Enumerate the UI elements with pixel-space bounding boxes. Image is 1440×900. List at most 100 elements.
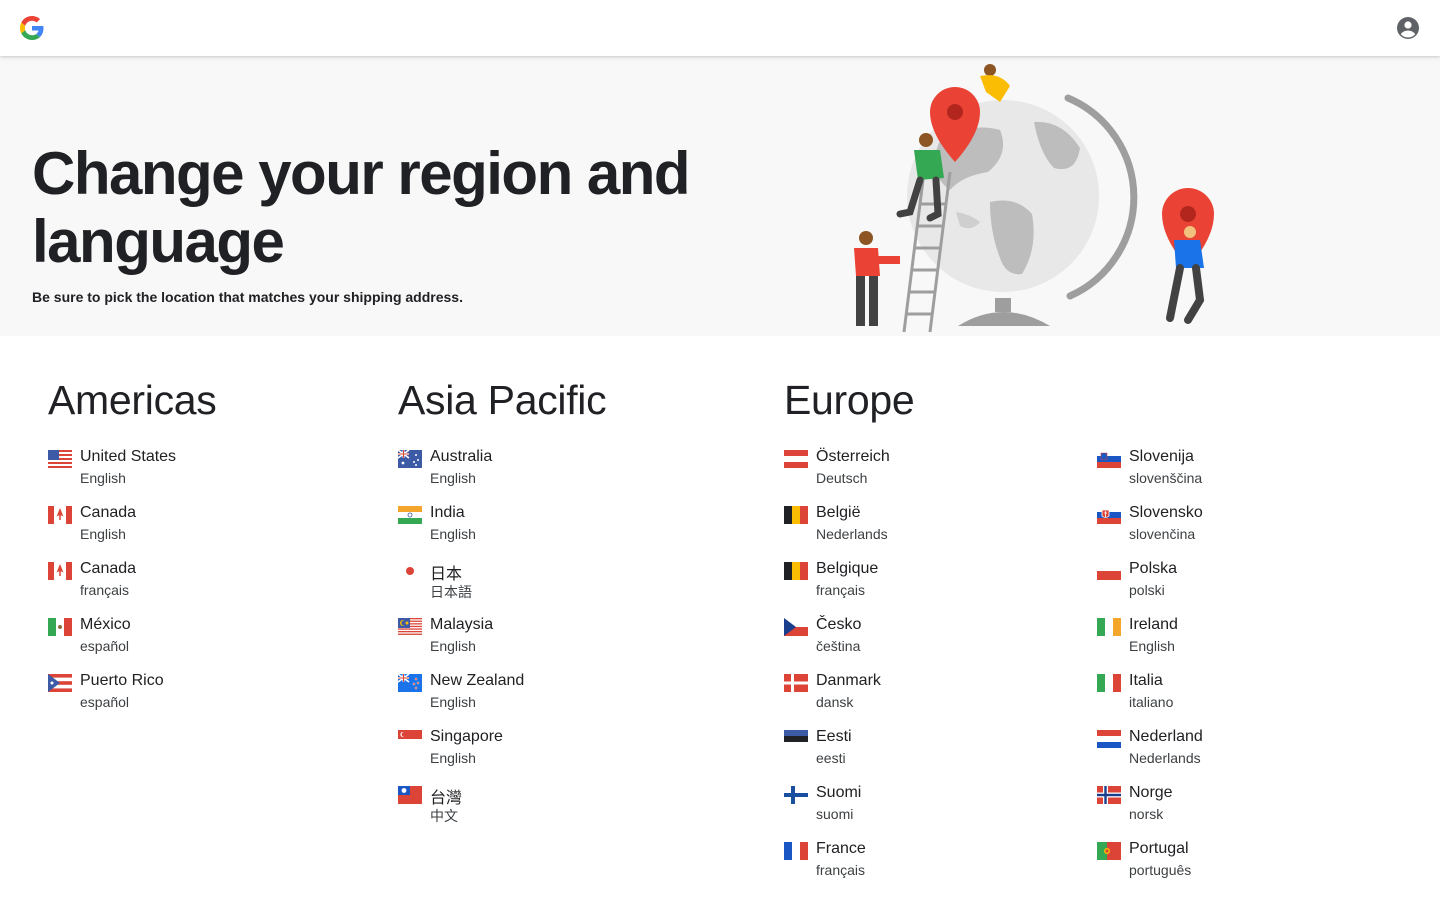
netherlands-flag-icon: [1097, 730, 1121, 748]
norway-flag-icon: [1097, 786, 1121, 804]
australia-flag-icon: [398, 450, 422, 468]
country-language: 中文: [430, 808, 458, 824]
country-link-belgium-nl[interactable]: België Nederlands: [784, 502, 1084, 558]
hero-banner: Change your region and language Be sure …: [0, 56, 1440, 336]
country-link-india[interactable]: India English: [398, 502, 738, 558]
page-title: Change your region and language: [32, 140, 691, 275]
country-link-italy[interactable]: Italia italiano: [1097, 670, 1397, 726]
country-language: español: [80, 694, 130, 710]
country-link-canada-en[interactable]: Canada English: [48, 502, 348, 558]
finland-flag-icon: [784, 786, 808, 804]
country-link-finland[interactable]: Suomi suomi: [784, 782, 1084, 838]
country-link-mexico[interactable]: México español: [48, 614, 348, 670]
country-name: Danmark: [816, 672, 881, 689]
country-name: Belgique: [816, 560, 879, 577]
poland-flag-icon: [1097, 562, 1121, 580]
country-name: India: [430, 504, 465, 521]
country-language: slovenščina: [1129, 470, 1203, 486]
country-link-ireland[interactable]: Ireland English: [1097, 614, 1397, 670]
belgium-flag-icon: [784, 562, 808, 580]
country-language: English: [430, 750, 476, 766]
country-list-americas: United States English Canada English Can…: [48, 446, 348, 726]
country-language: slovenčina: [1129, 526, 1196, 542]
ireland-flag-icon: [1097, 618, 1121, 636]
country-name: Nederland: [1129, 728, 1203, 745]
region-title-americas: Americas: [48, 377, 217, 423]
country-name: Singapore: [430, 728, 503, 745]
india-flag-icon: [398, 506, 422, 524]
country-link-estonia[interactable]: Eesti eesti: [784, 726, 1084, 782]
country-language: polski: [1129, 582, 1165, 598]
country-name: Slovenija: [1129, 448, 1194, 465]
czech-flag-icon: [784, 618, 808, 636]
taiwan-flag-icon: [398, 786, 422, 804]
country-link-norway[interactable]: Norge norsk: [1097, 782, 1397, 838]
country-link-us[interactable]: United States English: [48, 446, 348, 502]
country-name: United States: [80, 448, 177, 465]
country-link-australia[interactable]: Australia English: [398, 446, 738, 502]
country-language: italiano: [1129, 694, 1174, 710]
country-name: 台灣: [430, 790, 463, 807]
country-name: Italia: [1129, 672, 1163, 689]
country-name: Norge: [1129, 784, 1173, 801]
country-name: New Zealand: [430, 672, 525, 689]
malaysia-flag-icon: [398, 618, 422, 636]
country-link-japan[interactable]: 日本 日本語: [398, 558, 738, 614]
canada-flag-icon: [48, 506, 72, 524]
country-language: 日本語: [430, 584, 472, 600]
japan-flag-icon: [398, 562, 422, 580]
austria-flag-icon: [784, 450, 808, 468]
country-link-singapore[interactable]: Singapore English: [398, 726, 738, 782]
region-title-asia-pacific: Asia Pacific: [398, 377, 607, 423]
country-language: suomi: [816, 806, 854, 822]
country-name: France: [816, 840, 866, 857]
country-language: Nederlands: [816, 526, 888, 542]
italy-flag-icon: [1097, 674, 1121, 692]
country-name: Puerto Rico: [80, 672, 164, 689]
country-name: Australia: [430, 448, 493, 465]
country-link-new-zealand[interactable]: New Zealand English: [398, 670, 738, 726]
portugal-flag-icon: [1097, 842, 1121, 860]
country-name: Česko: [816, 616, 862, 633]
country-language: English: [1129, 638, 1175, 654]
new-zealand-flag-icon: [398, 674, 422, 692]
country-name: België: [816, 504, 861, 521]
country-list-europe-col1: Österreich Deutsch België Nederlands Bel…: [784, 446, 1084, 894]
country-name: Slovensko: [1129, 504, 1203, 521]
account-circle-icon[interactable]: [1396, 16, 1420, 40]
country-language: čeština: [816, 638, 861, 654]
estonia-flag-icon: [784, 730, 808, 748]
country-language: norsk: [1129, 806, 1164, 822]
country-name: México: [80, 616, 131, 633]
slovakia-flag-icon: [1097, 506, 1121, 524]
mexico-flag-icon: [48, 618, 72, 636]
country-link-canada-fr[interactable]: Canada français: [48, 558, 348, 614]
country-link-puerto-rico[interactable]: Puerto Rico español: [48, 670, 348, 726]
country-link-portugal[interactable]: Portugal português: [1097, 838, 1397, 894]
denmark-flag-icon: [784, 674, 808, 692]
country-language: dansk: [816, 694, 854, 710]
google-g-logo-icon[interactable]: [20, 16, 44, 40]
country-name: Eesti: [816, 728, 852, 745]
country-name: Portugal: [1129, 840, 1189, 857]
country-link-poland[interactable]: Polska polski: [1097, 558, 1397, 614]
top-app-bar: [0, 0, 1440, 56]
globe-illustration: [854, 64, 1214, 333]
country-language: Deutsch: [816, 470, 868, 486]
country-link-czech[interactable]: Česko čeština: [784, 614, 1084, 670]
country-link-france[interactable]: France français: [784, 838, 1084, 894]
country-link-slovenia[interactable]: Slovenija slovenščina: [1097, 446, 1397, 502]
country-link-slovakia[interactable]: Slovensko slovenčina: [1097, 502, 1397, 558]
country-name: Ireland: [1129, 616, 1178, 633]
country-name: Österreich: [816, 448, 890, 465]
belgium-flag-icon: [784, 506, 808, 524]
country-language: français: [816, 582, 866, 598]
country-link-denmark[interactable]: Danmark dansk: [784, 670, 1084, 726]
country-link-belgium-fr[interactable]: Belgique français: [784, 558, 1084, 614]
country-language: English: [430, 470, 476, 486]
country-link-austria[interactable]: Österreich Deutsch: [784, 446, 1084, 502]
country-link-taiwan[interactable]: 台灣 中文: [398, 782, 738, 838]
country-link-netherlands[interactable]: Nederland Nederlands: [1097, 726, 1397, 782]
country-link-malaysia[interactable]: Malaysia English: [398, 614, 738, 670]
country-name: Canada: [80, 504, 137, 521]
